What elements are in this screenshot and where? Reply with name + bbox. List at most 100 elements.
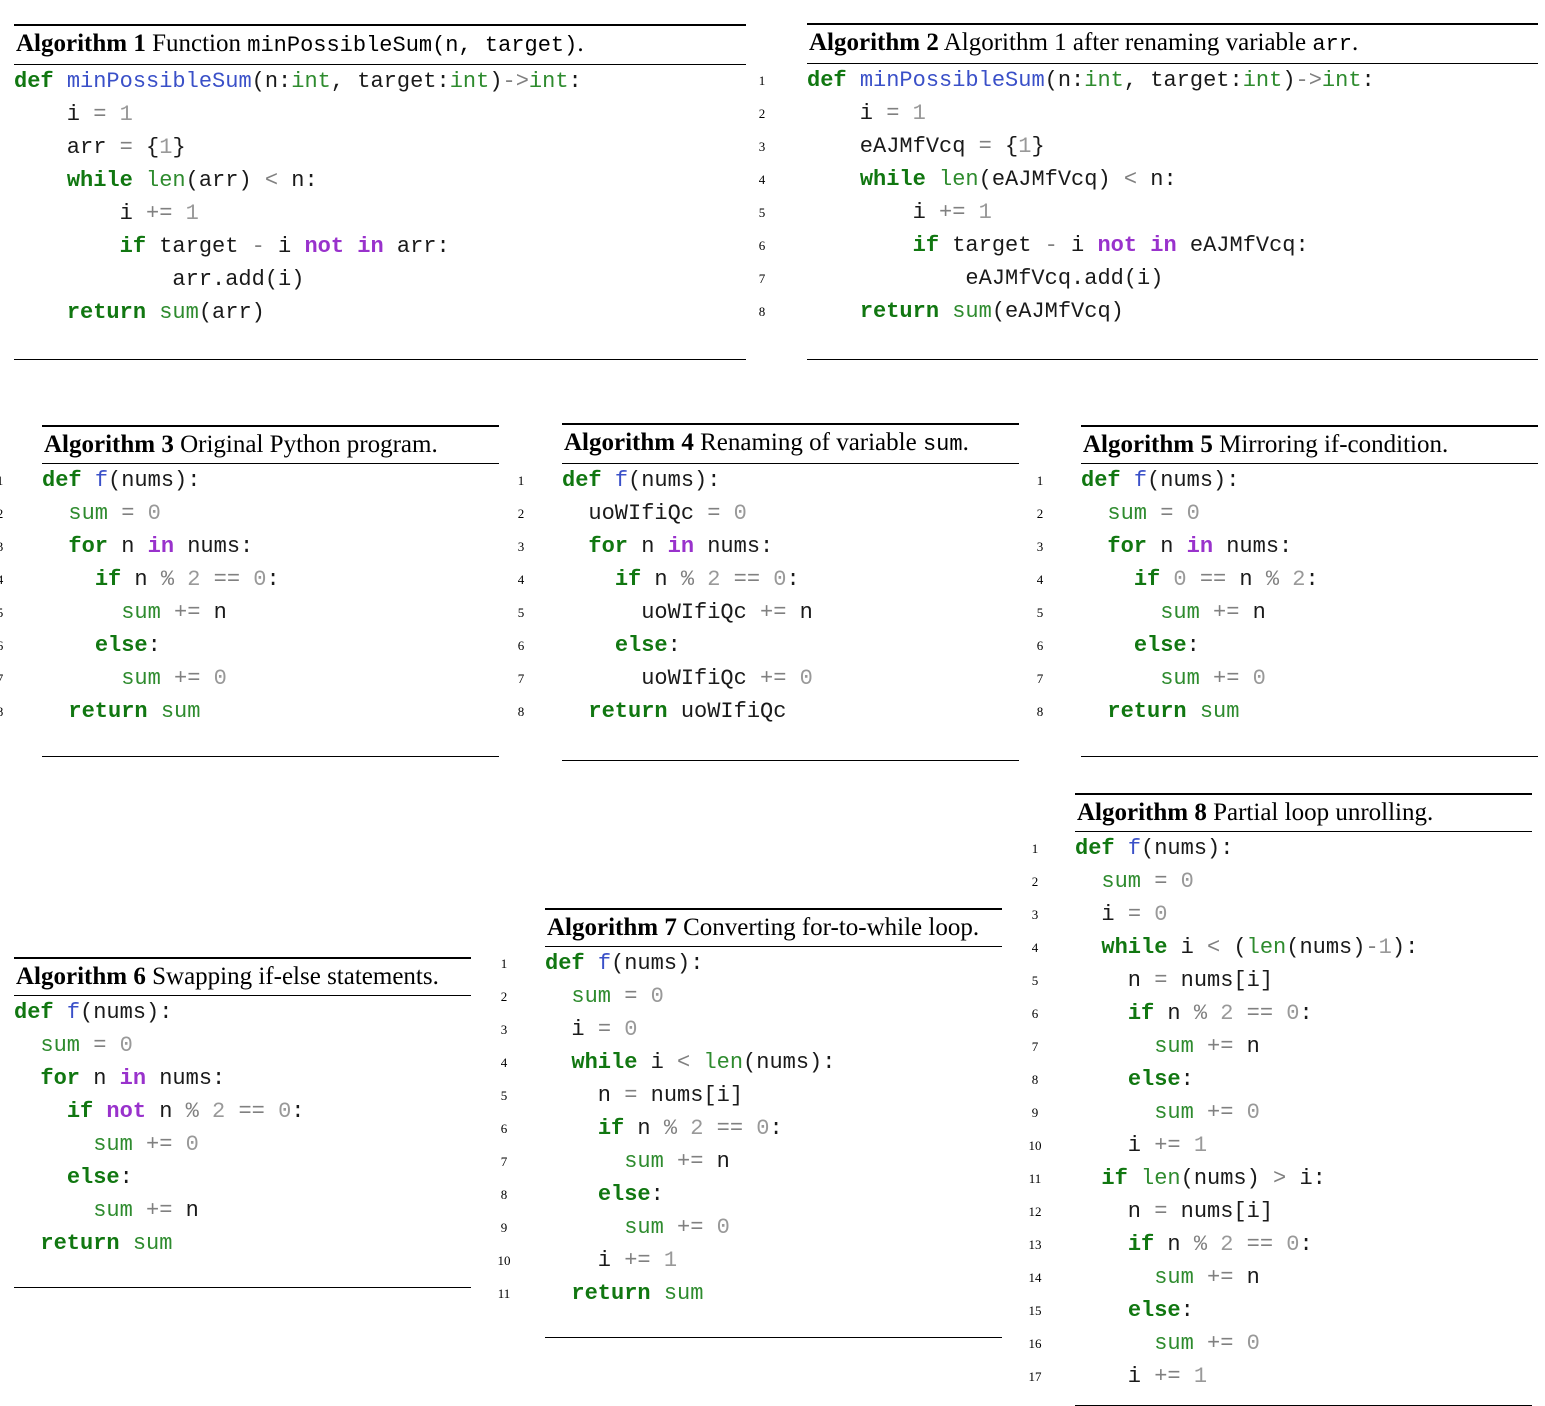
code-token: sum xyxy=(1154,1100,1194,1125)
code-token: nums[i] xyxy=(1167,968,1274,993)
code-token: def xyxy=(562,468,602,493)
code-token: sum xyxy=(1160,600,1200,625)
code-token: minPossibleSum xyxy=(66,69,252,94)
code-token: n xyxy=(1233,1034,1260,1059)
code-token: == xyxy=(238,1099,265,1124)
code-line: 7 sum += n xyxy=(501,1145,1002,1178)
code-token: nums: xyxy=(174,534,254,559)
code-token: sum xyxy=(160,699,201,724)
code-token: -> xyxy=(1295,68,1322,93)
code-token: = xyxy=(121,501,135,526)
code-token: 0 xyxy=(1186,501,1200,526)
code-line: 3 for n in nums: xyxy=(518,530,1019,563)
code-token: 2 xyxy=(690,1116,704,1141)
code-token: sum xyxy=(68,501,109,526)
line-number: 5 xyxy=(0,605,4,620)
line-number: 4 xyxy=(517,572,525,587)
code-line: sum += 0 xyxy=(14,1128,471,1161)
code-line: 2 sum = 0 xyxy=(1037,497,1538,530)
code-token: i xyxy=(545,1248,625,1273)
code-token: if xyxy=(597,1116,625,1141)
code-line: 13 if n % 2 == 0: xyxy=(1029,1228,1532,1261)
code-token: < xyxy=(1123,167,1138,192)
code-token: else xyxy=(597,1182,651,1207)
code-token: else xyxy=(1127,1298,1181,1323)
code-token: return xyxy=(66,300,147,325)
code-token: uoWIfiQc xyxy=(562,666,761,691)
code-token: f xyxy=(1133,468,1148,493)
line-number: 7 xyxy=(517,671,525,686)
caption-text: Mirroring if-condition. xyxy=(1219,431,1449,458)
code-token: += xyxy=(174,600,201,625)
line-number: 13 xyxy=(1028,1237,1042,1252)
algorithm-caption: Algorithm 7 Converting for-to-while loop… xyxy=(545,908,1002,947)
code-line: 5 sum += n xyxy=(0,596,499,629)
code-line: def minPossibleSum(n:int, target:int)->i… xyxy=(14,65,746,98)
code-line: 2 sum = 0 xyxy=(0,497,499,530)
line-number: 4 xyxy=(1036,572,1044,587)
line-number: 1 xyxy=(1031,841,1039,856)
code-token: 0 xyxy=(650,984,664,1009)
code-token: sum xyxy=(1154,1331,1194,1356)
code-token: sum xyxy=(1154,1034,1194,1059)
code-token: n: xyxy=(278,168,318,193)
code-token: { xyxy=(132,135,160,160)
code-token: % xyxy=(663,1116,678,1141)
line-number: 8 xyxy=(1036,704,1044,719)
code-token: len xyxy=(939,167,979,192)
code-token: if xyxy=(1127,1232,1155,1257)
line-number: 4 xyxy=(500,1055,508,1070)
code-line: 17 i += 1 xyxy=(1029,1360,1532,1393)
line-number: 6 xyxy=(0,638,4,653)
code-line: def f(nums): xyxy=(14,996,471,1029)
code-line: 11 if len(nums) > i: xyxy=(1029,1162,1532,1195)
code-line: 10 i += 1 xyxy=(1029,1129,1532,1162)
line-number: 6 xyxy=(500,1121,508,1136)
code-token: n xyxy=(641,567,681,592)
code-token: else xyxy=(1127,1067,1181,1092)
code-token: f xyxy=(94,468,109,493)
code-token: while xyxy=(571,1050,638,1075)
code-token: - xyxy=(1044,233,1058,258)
code-token: else xyxy=(66,1165,120,1190)
code-token: (nums): xyxy=(1141,836,1234,861)
code-token: arr: xyxy=(383,234,450,259)
algorithm-caption: Algorithm 4 Renaming of variable sum. xyxy=(562,423,1019,464)
code-line: sum += n xyxy=(14,1194,471,1227)
code-line: 15 else: xyxy=(1029,1294,1532,1327)
line-number: 6 xyxy=(758,238,766,253)
code-token: 1 xyxy=(912,101,926,126)
code-line: 6 else: xyxy=(1037,629,1538,662)
code-token: = xyxy=(1160,501,1174,526)
code-token: = xyxy=(1154,869,1168,894)
code-line: 6 if target - i not in eAJMfVcq: xyxy=(759,229,1538,262)
code-token: += xyxy=(174,666,201,691)
line-number: 5 xyxy=(1036,605,1044,620)
code-token: (nums): xyxy=(743,1050,836,1075)
code-line: 9 sum += 0 xyxy=(1032,1096,1532,1129)
code-token: < xyxy=(264,168,279,193)
line-number: 17 xyxy=(1028,1369,1042,1384)
code-token: : xyxy=(266,567,280,592)
code-token: n xyxy=(121,567,161,592)
